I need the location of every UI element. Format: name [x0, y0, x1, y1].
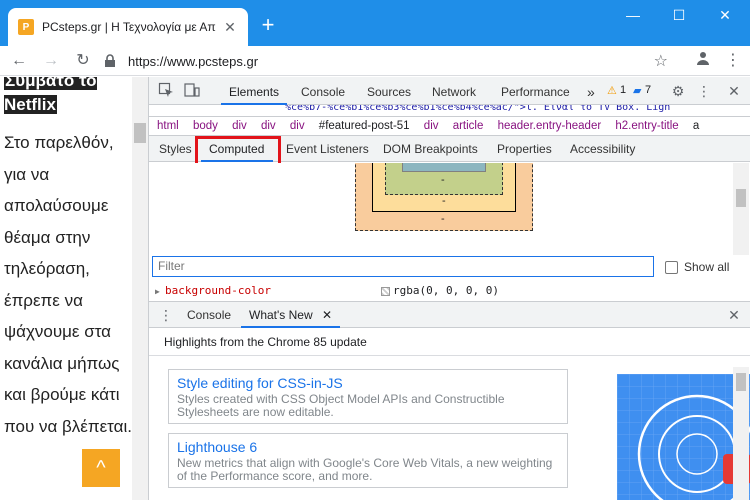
article-heading[interactable]: Συμβατό το Netflix	[4, 77, 124, 117]
drawer-tabs: ⋮ Console What's New ✕ ✕	[149, 301, 750, 328]
reload-button[interactable]: ↻	[72, 50, 94, 72]
breadcrumb-item[interactable]: div	[232, 120, 247, 132]
property-value: rgba(0, 0, 0, 0)	[381, 283, 499, 299]
profile-icon[interactable]	[692, 50, 714, 72]
close-drawer-icon[interactable]: ✕	[725, 306, 743, 324]
breadcrumb-item[interactable]: body	[193, 120, 218, 132]
border-bottom-value[interactable]: -	[442, 195, 446, 207]
show-all-label: Show all	[684, 260, 730, 274]
breadcrumb-item[interactable]: div	[290, 120, 305, 132]
tab-close-icon[interactable]: ✕	[222, 19, 238, 35]
devtools-panel: Elements Console Sources Network Perform…	[148, 77, 750, 500]
breadcrumb-item[interactable]: a	[693, 120, 699, 132]
minimize-button[interactable]: —	[610, 0, 656, 30]
menu-kebab-icon[interactable]: ⋮	[722, 50, 744, 72]
show-all-toggle[interactable]: Show all	[665, 260, 729, 274]
bookmark-star-icon[interactable]: ☆	[654, 51, 668, 71]
breadcrumb-item[interactable]: #featured-post-51	[319, 120, 410, 132]
color-swatch-icon[interactable]	[381, 286, 390, 296]
page-scrollbar[interactable]	[132, 77, 148, 500]
whats-new-card[interactable]: Lighthouse 6 New metrics that align with…	[168, 433, 568, 488]
tab-sources[interactable]: Sources	[367, 77, 411, 105]
whats-new-card[interactable]: Style editing for CSS-in-JS Styles creat…	[168, 369, 568, 424]
show-all-checkbox[interactable]	[665, 260, 678, 274]
settings-gear-icon[interactable]: ⚙	[669, 82, 687, 100]
warning-count[interactable]: 1	[620, 84, 626, 96]
whats-new-scrollbar[interactable]	[733, 367, 749, 500]
chrome-85-illustration	[617, 374, 750, 500]
tab-elements[interactable]: Elements	[221, 77, 288, 105]
whats-new-header: Highlights from the Chrome 85 update	[149, 328, 750, 356]
warning-icon[interactable]: ⚠	[607, 84, 617, 97]
box-model-content[interactable]	[402, 163, 486, 172]
lock-icon[interactable]	[104, 54, 118, 68]
breadcrumb-item[interactable]: h2.entry-title	[615, 120, 678, 132]
dom-tree-line[interactable]: %ce%b7-%ce%b1%ce%b3%ce%b1%ce%b4%ce%ac/">…	[149, 105, 750, 116]
breadcrumb-item[interactable]: html	[157, 120, 179, 132]
tab-network[interactable]: Network	[432, 77, 476, 105]
browser-tab[interactable]: P PCsteps.gr | Η Τεχνολογία με Απλά Λόγι…	[8, 8, 248, 46]
browser-toolbar: ← → ↻ https://www.pcsteps.gr ☆ ⋮	[0, 46, 750, 76]
device-toolbar-icon[interactable]	[183, 82, 201, 100]
close-devtools-icon[interactable]: ✕	[725, 82, 743, 100]
box-model-border[interactable]: - -	[372, 163, 516, 212]
card-title[interactable]: Style editing for CSS-in-JS	[177, 374, 559, 392]
whats-new-body: Style editing for CSS-in-JS Styles creat…	[149, 357, 750, 500]
margin-bottom-value[interactable]: -	[441, 213, 445, 225]
whats-new-close-icon[interactable]: ✕	[322, 308, 332, 322]
box-model-diagram: - - -	[149, 163, 733, 255]
breadcrumb: html body div div div #featured-post-51 …	[149, 116, 750, 136]
url-text[interactable]: https://www.pcsteps.gr	[128, 54, 258, 69]
breadcrumb-item[interactable]: header.entry-header	[498, 120, 602, 132]
close-window-button[interactable]: ✕	[702, 0, 748, 30]
tab-dom-breakpoints[interactable]: DOM Breakpoints	[383, 136, 478, 162]
padding-bottom-value[interactable]: -	[441, 174, 445, 186]
drawer-menu-icon[interactable]: ⋮	[157, 306, 175, 324]
computed-filter-row: Filter Show all	[149, 255, 750, 283]
filter-input[interactable]: Filter	[152, 256, 654, 277]
forward-button[interactable]: →	[40, 50, 62, 72]
box-model-padding[interactable]: -	[385, 163, 503, 195]
property-name: background-color	[165, 284, 271, 297]
card-title[interactable]: Lighthouse 6	[177, 438, 559, 456]
tab-performance[interactable]: Performance	[501, 77, 570, 105]
inspect-element-icon[interactable]	[157, 82, 175, 100]
tab-styles[interactable]: Styles	[159, 136, 192, 162]
messages-icon[interactable]: ▰	[633, 84, 641, 97]
maximize-button[interactable]: ☐	[656, 0, 702, 30]
breadcrumb-item[interactable]: div	[261, 120, 276, 132]
computed-property-row[interactable]: ▶ background-color rgba(0, 0, 0, 0)	[149, 282, 750, 300]
breadcrumb-item[interactable]: div	[424, 120, 439, 132]
breadcrumb-item[interactable]: article	[453, 120, 484, 132]
whats-new-scroll-thumb[interactable]	[736, 373, 746, 391]
card-description: New metrics that align with Google's Cor…	[177, 456, 553, 483]
expand-triangle-icon[interactable]: ▶	[155, 284, 160, 300]
tab-properties[interactable]: Properties	[497, 136, 552, 162]
drawer-tab-whats-new[interactable]: What's New ✕	[241, 302, 341, 328]
devtools-main-tabs: Elements Console Sources Network Perform…	[149, 77, 750, 105]
page-scroll-thumb[interactable]	[134, 123, 146, 143]
messages-count[interactable]: 7	[645, 84, 651, 96]
back-button[interactable]: ←	[8, 50, 30, 72]
web-page: Συμβατό το Netflix Στο παρελθόν, για να …	[0, 77, 148, 500]
tab-event-listeners[interactable]: Event Listeners	[286, 136, 369, 162]
more-tabs-button[interactable]: »	[587, 77, 595, 105]
tab-accessibility[interactable]: Accessibility	[570, 136, 635, 162]
tab-console[interactable]: Console	[301, 77, 345, 105]
devtools-menu-icon[interactable]: ⋮	[695, 82, 713, 100]
computed-scrollbar[interactable]	[733, 163, 749, 255]
drawer-tab-console[interactable]: Console	[187, 302, 231, 328]
site-favicon-icon: P	[18, 19, 34, 35]
scroll-to-top-button[interactable]: ^	[82, 449, 120, 487]
card-description: Styles created with CSS Object Model API…	[177, 392, 505, 419]
article-body: Στο παρελθόν, για να απολαύσουμε θέαμα σ…	[4, 133, 132, 436]
tab-title: PCsteps.gr | Η Τεχνολογία με Απλά Λόγια	[42, 20, 216, 34]
computed-scroll-thumb[interactable]	[736, 189, 746, 207]
box-model-margin[interactable]: - - -	[355, 163, 533, 231]
address-bar[interactable]: https://www.pcsteps.gr ☆	[104, 49, 674, 73]
new-tab-button[interactable]: +	[256, 14, 280, 38]
title-bar: P PCsteps.gr | Η Τεχνολογία με Απλά Λόγι…	[0, 0, 750, 46]
